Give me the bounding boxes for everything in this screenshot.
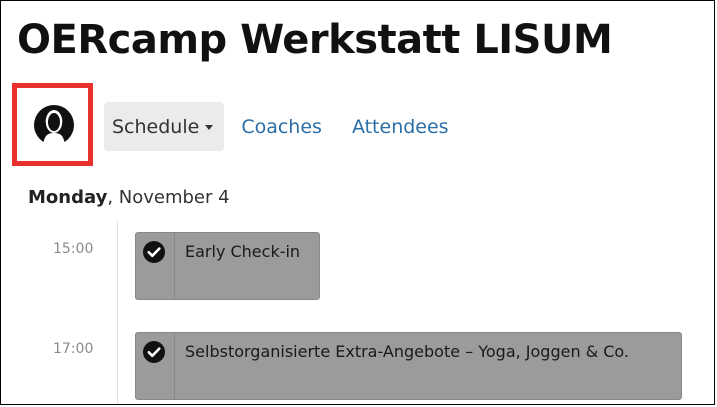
schedule-dropdown-button[interactable]: Schedule <box>104 102 225 151</box>
check-circle-icon <box>143 341 165 363</box>
day-header: Monday, November 4 <box>28 187 230 208</box>
avatar-highlight-box[interactable] <box>12 83 93 166</box>
timeline-divider <box>117 221 118 404</box>
caret-down-icon <box>205 125 214 130</box>
event-card-extra-angebote[interactable]: Selbstorganisierte Extra-Angebote – Yoga… <box>135 332 682 400</box>
user-silhouette-icon[interactable] <box>34 104 74 146</box>
coaches-link[interactable]: Coaches <box>241 116 322 138</box>
page-frame: OERcamp Werkstatt LISUM Schedule Coaches… <box>0 0 715 405</box>
event-card-divider <box>174 233 175 299</box>
event-title: Early Check-in <box>185 242 301 261</box>
day-date: , November 4 <box>107 187 230 208</box>
event-time: 15:00 <box>53 241 94 257</box>
day-name: Monday <box>28 187 108 208</box>
check-circle-icon <box>143 241 165 263</box>
event-card-divider <box>174 333 175 399</box>
schedule-label: Schedule <box>112 115 200 138</box>
page-title: OERcamp Werkstatt LISUM <box>17 17 613 63</box>
main-navigation: Schedule Coaches Attendees <box>104 102 449 151</box>
attendees-link[interactable]: Attendees <box>352 116 449 138</box>
event-time: 17:00 <box>53 341 94 357</box>
event-title: Selbstorganisierte Extra-Angebote – Yoga… <box>185 342 630 361</box>
event-card-early-check-in[interactable]: Early Check-in <box>135 232 320 300</box>
